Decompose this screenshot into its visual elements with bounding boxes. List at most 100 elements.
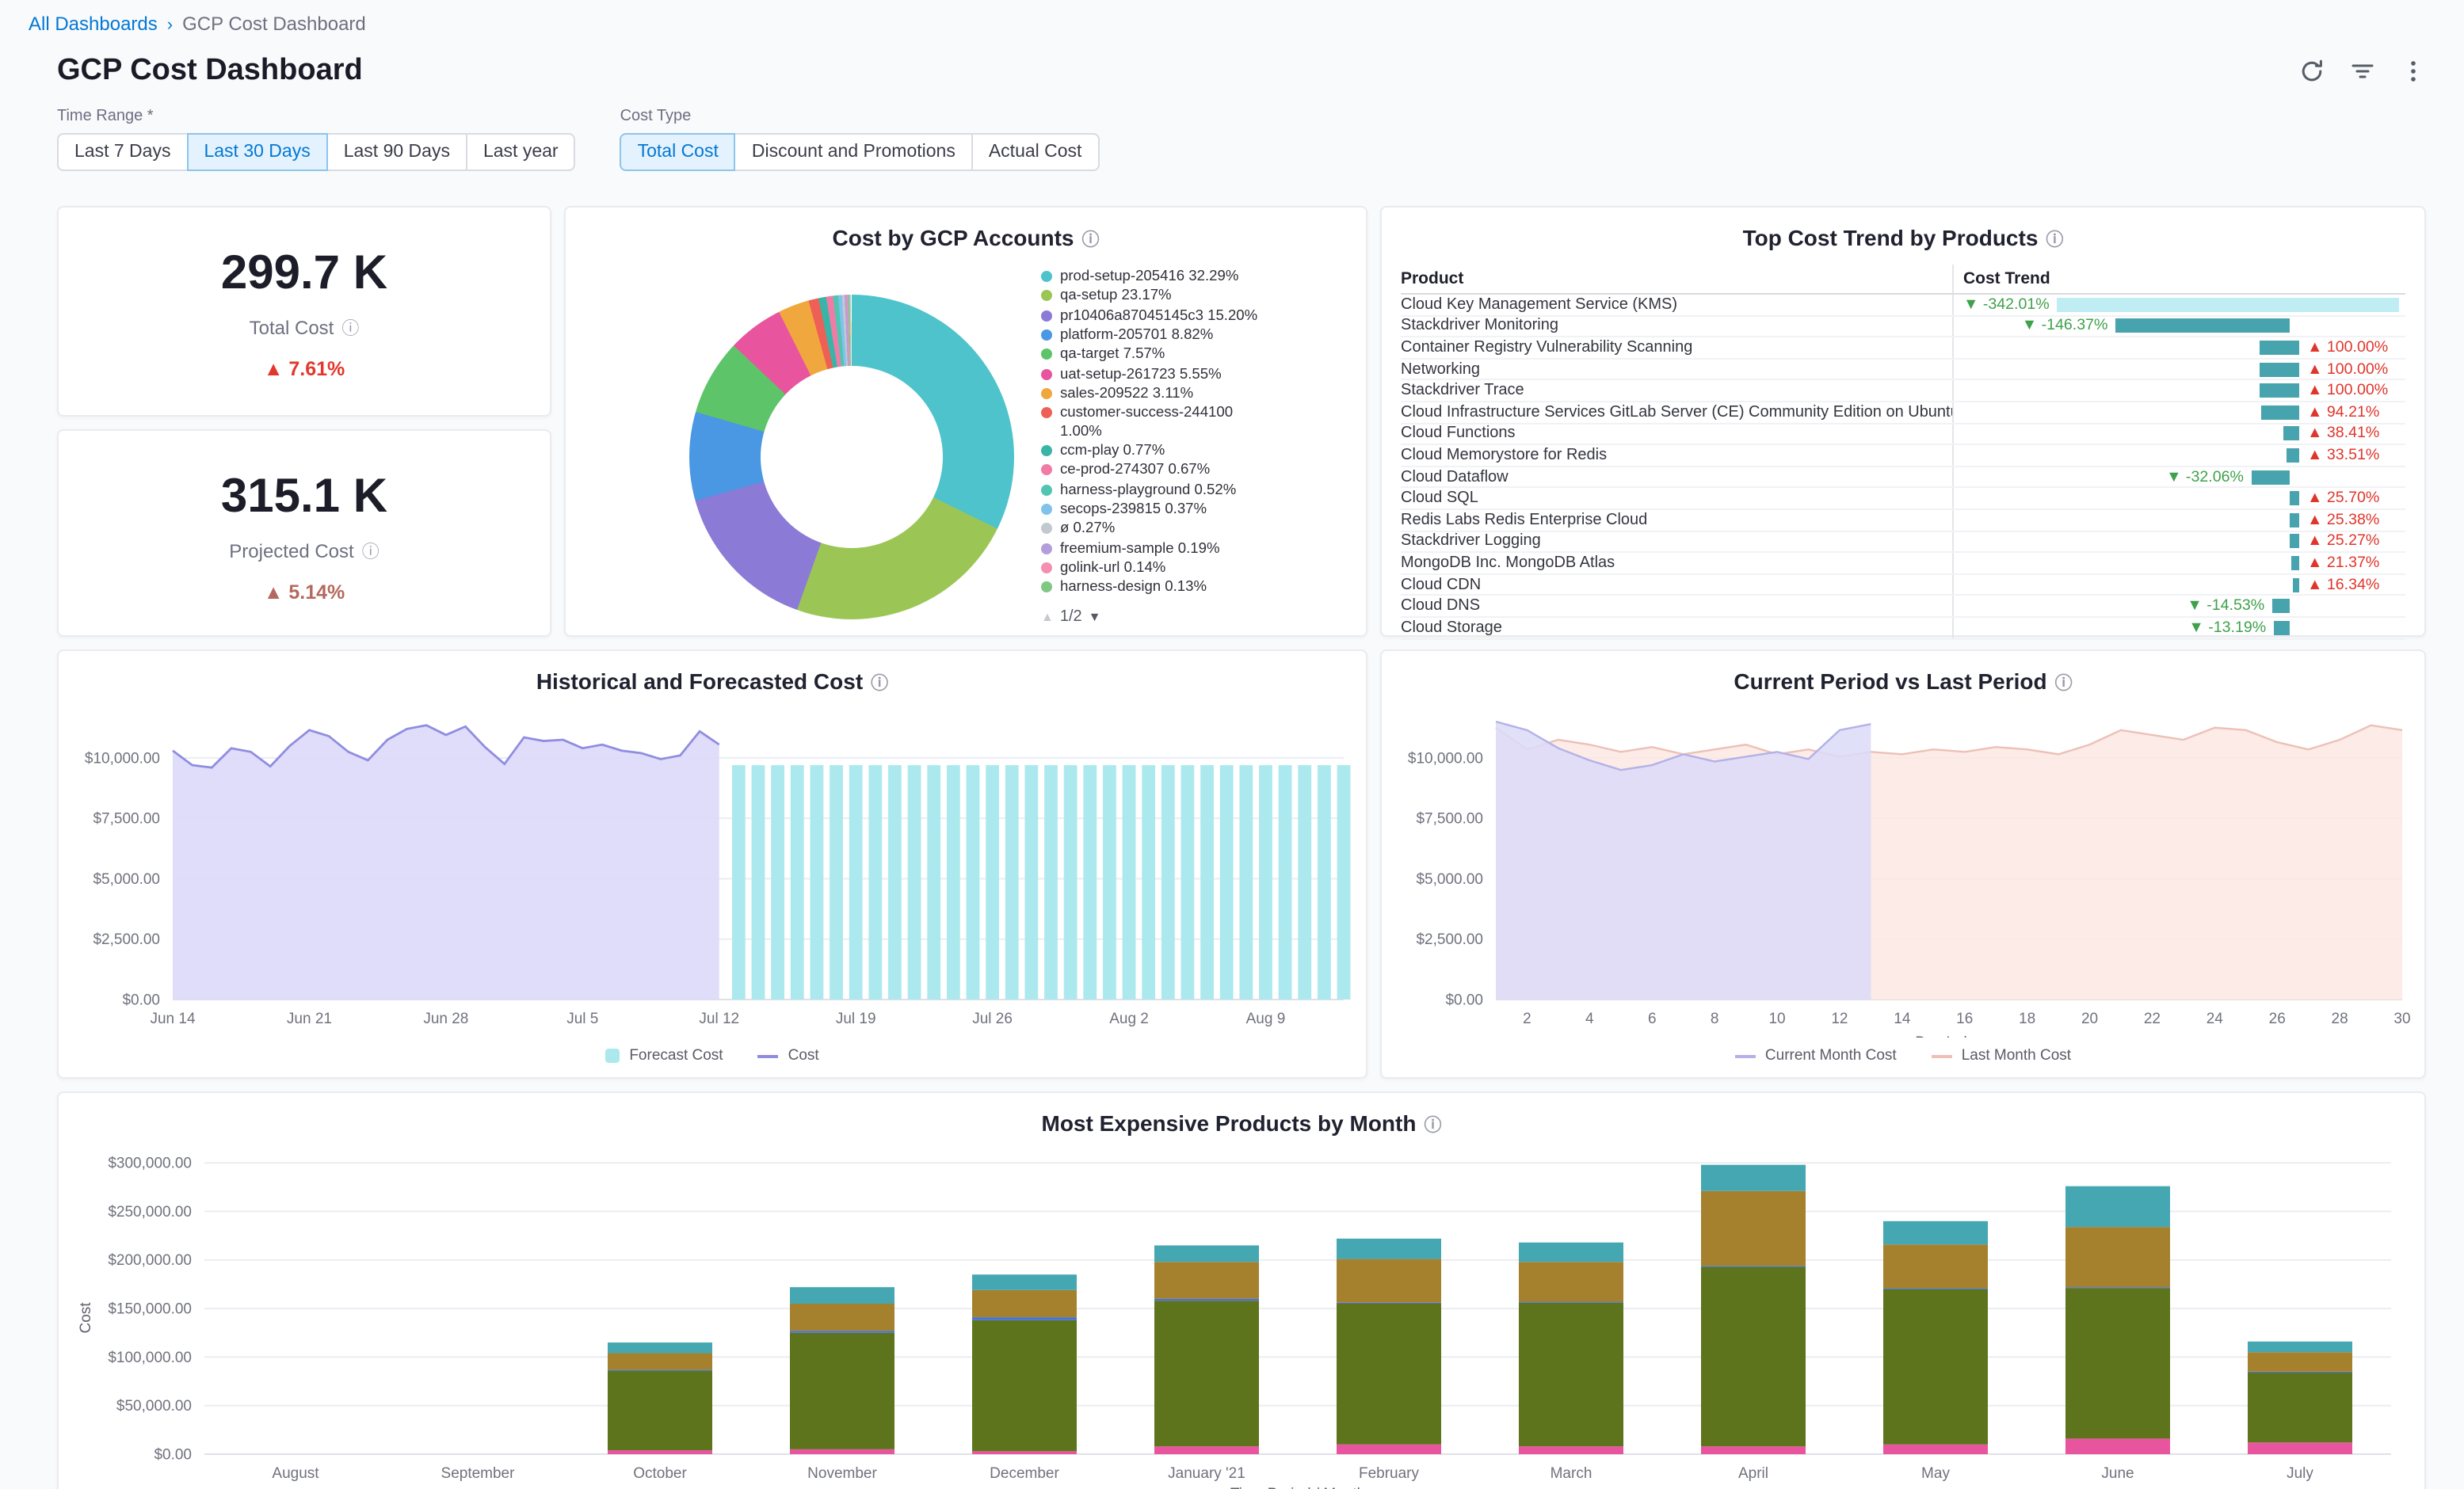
forecast-swatch [605, 1049, 620, 1063]
legend-item[interactable]: prod-setup-205416 32.29% [1041, 268, 1352, 286]
trend-cell: ▼ -14.53% [1952, 596, 2405, 616]
svg-text:30: 30 [2393, 1011, 2410, 1027]
cost-type-option-discount-and-promotions[interactable]: Discount and Promotions [734, 133, 973, 171]
period-comparison-card: Current Period vs Last Periodⓘ $0.00$2,5… [1380, 649, 2426, 1079]
info-icon[interactable]: ⓘ [362, 543, 380, 562]
legend-item[interactable]: qa-target 7.57% [1041, 346, 1352, 364]
comparison-card-title: Current Period vs Last Periodⓘ [1382, 668, 2424, 695]
cost-type-option-actual-cost[interactable]: Actual Cost [971, 133, 1100, 171]
filter-icon[interactable] [2350, 59, 2375, 84]
legend-label: golink-url 0.14% [1060, 559, 1269, 577]
svg-text:Aug 9: Aug 9 [1246, 1011, 1286, 1027]
trend-value: ▲ 100.00% [2307, 339, 2399, 356]
trend-value: ▼ -342.01% [1963, 296, 2050, 314]
legend-item[interactable]: uat-setup-261723 5.55% [1041, 365, 1352, 383]
table-row: Stackdriver Trace▲ 100.00% [1401, 381, 2405, 402]
svg-text:Time Period / Month: Time Period / Month [1230, 1486, 1365, 1489]
legend-label: platform-205701 8.82% [1060, 326, 1269, 345]
legend-label: pr10406a87045145c3 15.20% [1060, 307, 1269, 325]
trend-bar [2274, 620, 2290, 634]
time-range-button-group: Last 7 DaysLast 30 DaysLast 90 DaysLast … [57, 133, 576, 171]
legend-page-down-icon[interactable]: ▼ [1089, 610, 1101, 624]
legend-item[interactable]: harness-design 0.13% [1041, 579, 1352, 597]
legend-item[interactable]: ccm-play 0.77% [1041, 442, 1352, 460]
legend-page-up-icon[interactable]: ▲ [1041, 610, 1054, 624]
time-range-option-last-30-days[interactable]: Last 30 Days [186, 133, 327, 171]
legend-item[interactable]: freemium-sample 0.19% [1041, 539, 1352, 558]
product-name: Cloud Storage [1401, 618, 1952, 638]
svg-text:May: May [1921, 1465, 1950, 1482]
legend-cost: Cost [758, 1047, 819, 1064]
svg-text:18: 18 [2019, 1011, 2035, 1027]
legend-item[interactable]: harness-playground 0.52% [1041, 481, 1352, 499]
trend-value: ▲ 21.37% [2307, 554, 2399, 572]
refresh-icon[interactable] [2299, 59, 2325, 84]
legend-color-dot [1041, 562, 1052, 573]
svg-text:Jul 26: Jul 26 [972, 1011, 1013, 1027]
svg-text:$100,000.00: $100,000.00 [108, 1350, 192, 1366]
legend-label: harness-playground 0.52% [1060, 481, 1269, 499]
svg-text:6: 6 [1648, 1011, 1657, 1027]
legend-item[interactable]: platform-205701 8.82% [1041, 326, 1352, 345]
svg-text:Jul 19: Jul 19 [836, 1011, 876, 1027]
legend-item[interactable]: pr10406a87045145c3 15.20% [1041, 307, 1352, 325]
cost-type-option-total-cost[interactable]: Total Cost [620, 133, 736, 171]
legend-item[interactable]: golink-url 0.14% [1041, 559, 1352, 577]
svg-text:Jun 14: Jun 14 [150, 1011, 195, 1027]
info-icon[interactable]: ⓘ [871, 675, 888, 694]
legend-item[interactable]: customer-success-244100 1.00% [1041, 405, 1352, 440]
cost-trend-table: Product Cost Trend Cloud Key Management … [1401, 265, 2405, 639]
svg-text:$50,000.00: $50,000.00 [116, 1398, 192, 1415]
legend-color-dot [1041, 543, 1052, 554]
last-month-swatch [1932, 1054, 1952, 1057]
legend-item[interactable]: sales-209522 3.11% [1041, 385, 1352, 403]
table-row: Cloud Infrastructure Services GitLab Ser… [1401, 402, 2405, 424]
legend-label: secops-239815 0.37% [1060, 501, 1269, 519]
table-row: Cloud Key Management Service (KMS)▼ -342… [1401, 295, 2405, 316]
svg-text:Jun 28: Jun 28 [423, 1011, 468, 1027]
breadcrumb-all-dashboards[interactable]: All Dashboards [29, 13, 158, 35]
info-icon[interactable]: ⓘ [341, 320, 359, 339]
product-name: Cloud SQL [1401, 489, 1952, 508]
trend-value: ▲ 38.41% [2307, 425, 2399, 443]
donut-hole [761, 366, 943, 548]
time-range-option-last-7-days[interactable]: Last 7 Days [57, 133, 188, 171]
top-cost-trend-card: Top Cost Trend by Productsⓘ Product Cost… [1380, 206, 2426, 637]
historical-chart: $0.00$2,500.00$5,000.00$7,500.00$10,000.… [71, 702, 1356, 1038]
legend-color-dot [1041, 408, 1052, 419]
legend-color-dot [1041, 445, 1052, 456]
trend-cell: ▲ 25.27% [1952, 531, 2405, 551]
projected-cost-label: Projected Costⓘ [59, 539, 550, 564]
trend-value: ▲ 100.00% [2307, 382, 2399, 399]
table-row: Stackdriver Monitoring▼ -146.37% [1401, 316, 2405, 337]
time-range-option-last-90-days[interactable]: Last 90 Days [326, 133, 467, 171]
info-icon[interactable]: ⓘ [1081, 231, 1099, 250]
svg-text:$10,000.00: $10,000.00 [1408, 750, 1483, 767]
legend-item[interactable]: secops-239815 0.37% [1041, 501, 1352, 519]
time-range-option-last-year[interactable]: Last year [466, 133, 576, 171]
product-name: Stackdriver Logging [1401, 531, 1952, 551]
cost-area [173, 725, 719, 1000]
legend-label: qa-target 7.57% [1060, 346, 1269, 364]
info-icon[interactable]: ⓘ [1424, 1117, 1441, 1136]
more-vertical-icon[interactable] [2401, 59, 2426, 84]
legend-label: ø 0.27% [1060, 520, 1269, 539]
legend-item[interactable]: ø 0.27% [1041, 520, 1352, 539]
legend-item[interactable]: ce-prod-274307 0.67% [1041, 462, 1352, 480]
svg-text:Cost: Cost [78, 1302, 94, 1334]
legend-color-dot [1041, 310, 1052, 321]
legend-color-dot [1041, 465, 1052, 476]
trend-value: ▲ 25.27% [2307, 533, 2399, 550]
legend-label: uat-setup-261723 5.55% [1060, 365, 1269, 383]
svg-text:Day Index: Day Index [1915, 1034, 1983, 1038]
legend-color-dot [1041, 582, 1052, 593]
product-name: Cloud DNS [1401, 596, 1952, 616]
svg-text:January '21: January '21 [1168, 1465, 1245, 1482]
legend-item[interactable]: qa-setup 23.17% [1041, 288, 1352, 306]
info-icon[interactable]: ⓘ [2046, 231, 2063, 250]
table-header: Product Cost Trend [1401, 265, 2405, 295]
svg-text:$2,500.00: $2,500.00 [93, 931, 160, 948]
svg-text:$200,000.00: $200,000.00 [108, 1252, 192, 1269]
accounts-donut-chart [689, 295, 1014, 619]
info-icon[interactable]: ⓘ [2055, 675, 2073, 694]
